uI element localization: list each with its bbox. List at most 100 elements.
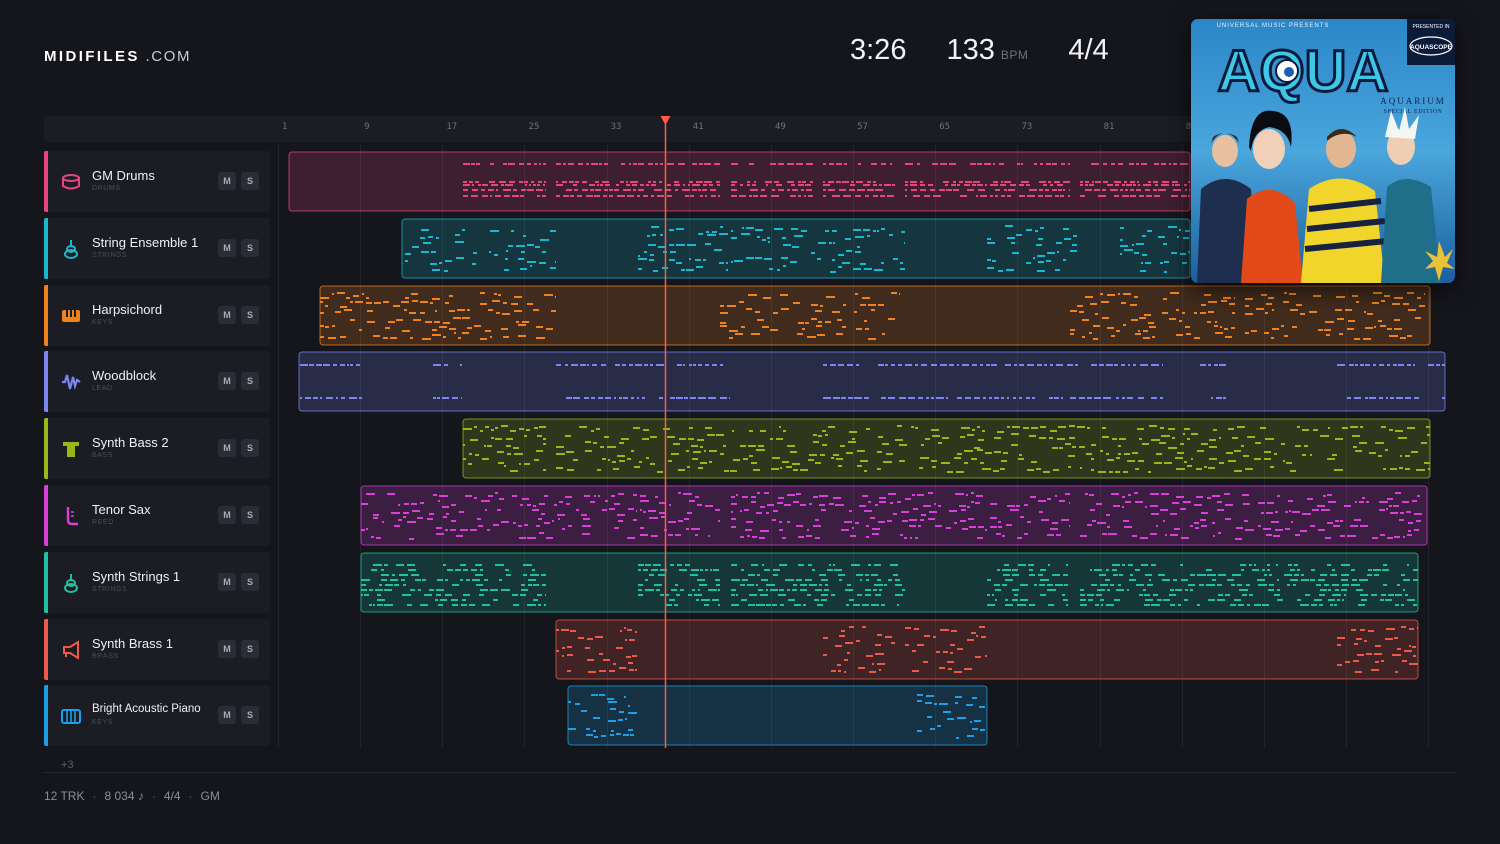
midi-note <box>1010 184 1016 186</box>
midi-note <box>697 439 704 441</box>
mute-button[interactable]: M <box>218 239 236 257</box>
midi-note <box>1175 457 1183 459</box>
midi-note <box>655 163 658 165</box>
midi-note <box>836 333 843 335</box>
solo-button[interactable]: S <box>241 640 259 658</box>
midi-note <box>1214 325 1218 327</box>
midi-note <box>1405 397 1411 399</box>
midi-note <box>1294 564 1298 566</box>
midi-note <box>557 514 565 516</box>
midi-region[interactable] <box>288 151 1191 212</box>
midi-region[interactable] <box>360 485 1428 546</box>
midi-note <box>751 462 757 464</box>
solo-button[interactable]: S <box>241 573 259 591</box>
midi-note <box>608 459 610 461</box>
midi-note <box>1245 529 1254 531</box>
solo-button[interactable]: S <box>241 439 259 457</box>
album-artwork: PRESENTED IN AQUASCOPE UNIVERSAL MUSIC P… <box>1191 19 1455 283</box>
mute-button[interactable]: M <box>218 640 236 658</box>
mute-button[interactable]: M <box>218 706 236 724</box>
track-header[interactable]: Harpsichord KEYS M S <box>44 285 270 346</box>
midi-region[interactable] <box>360 552 1419 613</box>
midi-note <box>847 364 853 366</box>
midi-note <box>779 529 783 531</box>
mute-button[interactable]: M <box>218 439 236 457</box>
midi-note <box>1355 671 1362 673</box>
midi-note <box>1140 364 1148 366</box>
midi-region[interactable] <box>555 619 1419 680</box>
midi-note <box>1258 525 1261 527</box>
midi-note <box>1130 189 1134 191</box>
midi-note <box>519 537 526 539</box>
solo-button[interactable]: S <box>241 372 259 390</box>
midi-note <box>960 436 965 438</box>
midi-note <box>1100 599 1104 601</box>
midi-note <box>920 181 923 183</box>
midi-note <box>551 310 556 312</box>
midi-note <box>604 436 609 438</box>
solo-button[interactable]: S <box>241 706 259 724</box>
midi-note <box>653 270 658 272</box>
midi-note <box>727 305 736 307</box>
midi-region[interactable] <box>319 285 1431 346</box>
mute-button[interactable]: M <box>218 372 236 390</box>
midi-note <box>632 184 637 186</box>
midi-note <box>396 564 404 566</box>
midi-note <box>755 257 762 259</box>
mute-button[interactable]: M <box>218 573 236 591</box>
track-header[interactable]: Tenor Sax REED M S <box>44 485 270 546</box>
track-header[interactable]: Synth Bass 2 BASS M S <box>44 418 270 479</box>
track-header[interactable]: Synth Brass 1 BRASS M S <box>44 619 270 680</box>
midi-note <box>1327 564 1331 566</box>
midi-note <box>581 514 587 516</box>
midi-region[interactable] <box>567 685 988 746</box>
midi-note <box>480 569 483 571</box>
track-name: GM Drums <box>92 168 155 183</box>
midi-note <box>891 364 895 366</box>
midi-note <box>1394 319 1400 321</box>
solo-button[interactable]: S <box>241 506 259 524</box>
midi-note <box>762 564 764 566</box>
midi-note <box>403 516 406 518</box>
midi-note <box>1218 532 1221 534</box>
midi-note <box>812 569 815 571</box>
midi-note <box>1341 564 1350 566</box>
midi-note <box>1301 579 1309 581</box>
midi-note <box>699 163 703 165</box>
midi-note <box>860 579 862 581</box>
playhead[interactable] <box>660 116 671 748</box>
midi-note <box>992 260 996 262</box>
midi-note <box>943 711 951 713</box>
midi-note <box>842 326 846 328</box>
midi-note <box>747 535 750 537</box>
midi-note <box>1177 452 1184 454</box>
midi-note <box>901 511 909 513</box>
midi-note <box>1037 364 1042 366</box>
mute-button[interactable]: M <box>218 506 236 524</box>
midi-note <box>1006 269 1014 271</box>
track-header[interactable]: GM Drums DRUMS M S <box>44 151 270 212</box>
mute-button[interactable]: M <box>218 172 236 190</box>
midi-region[interactable] <box>401 218 1191 279</box>
track-header[interactable]: String Ensemble 1 STRINGS M S <box>44 218 270 279</box>
midi-note <box>788 599 795 601</box>
solo-button[interactable]: S <box>241 306 259 324</box>
midi-note <box>611 495 615 497</box>
more-tracks-indicator[interactable]: +3 <box>61 759 74 771</box>
midi-note <box>830 271 836 273</box>
midi-note <box>668 534 673 536</box>
track-header[interactable]: Woodblock LEAD M S <box>44 351 270 412</box>
track-header[interactable]: Bright Acoustic Piano KEYS M S <box>44 685 270 746</box>
solo-button[interactable]: S <box>241 172 259 190</box>
mute-button[interactable]: M <box>218 306 236 324</box>
midi-note <box>1007 397 1009 399</box>
track-header[interactable]: Synth Strings 1 STRINGS M S <box>44 552 270 613</box>
midi-region[interactable] <box>462 418 1431 479</box>
midi-note <box>519 181 523 183</box>
midi-note <box>1026 184 1030 186</box>
midi-note <box>835 504 844 506</box>
midi-region[interactable] <box>298 351 1446 412</box>
solo-button[interactable]: S <box>241 239 259 257</box>
midi-note <box>864 470 867 472</box>
midi-note <box>816 325 822 327</box>
